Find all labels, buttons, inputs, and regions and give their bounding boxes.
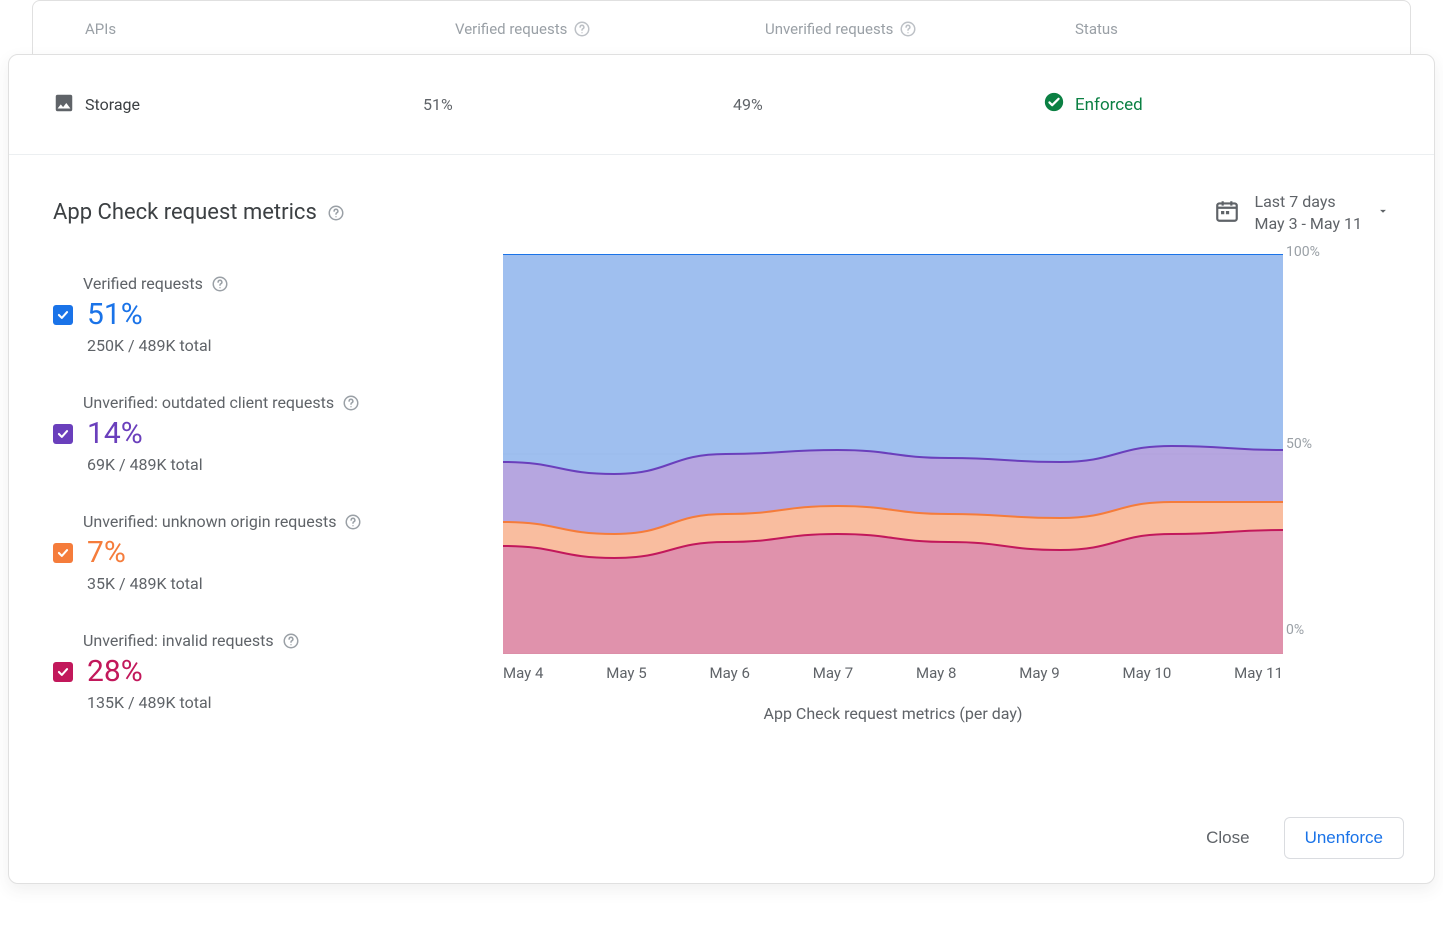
checkbox-unknown[interactable] bbox=[53, 543, 73, 563]
legend-pct: 28% bbox=[87, 654, 143, 689]
checkbox-verified[interactable] bbox=[53, 305, 73, 325]
dropdown-icon bbox=[1376, 203, 1390, 222]
col-status: Status bbox=[1075, 20, 1410, 38]
col-status-label: Status bbox=[1075, 20, 1118, 38]
x-tick: May 6 bbox=[710, 664, 750, 682]
api-name: Storage bbox=[85, 95, 140, 114]
metrics-title-text: App Check request metrics bbox=[53, 200, 317, 225]
unenforce-button[interactable]: Unenforce bbox=[1284, 817, 1404, 859]
api-row-storage[interactable]: Storage 51% 49% Enforced bbox=[9, 55, 1434, 155]
legend-item-outdated: Unverified: outdated client requests 14%… bbox=[53, 393, 473, 474]
verified-pct-cell: 51% bbox=[423, 95, 733, 114]
x-tick: May 5 bbox=[606, 664, 646, 682]
date-range-picker[interactable]: Last 7 days May 3 - May 11 bbox=[1214, 191, 1390, 234]
table-header: APIs Verified requests Unverified reques… bbox=[32, 0, 1411, 58]
x-axis-labels: May 4 May 5 May 6 May 7 May 8 May 9 May 10 May … bbox=[503, 664, 1283, 682]
unverified-pct-cell: 49% bbox=[733, 95, 1043, 114]
legend-label: Verified requests bbox=[83, 274, 203, 293]
x-tick: May 10 bbox=[1123, 664, 1172, 682]
help-icon[interactable] bbox=[573, 20, 591, 38]
date-label: Last 7 days bbox=[1254, 191, 1362, 213]
legend-totals: 35K / 489K total bbox=[87, 574, 473, 593]
help-icon[interactable] bbox=[899, 20, 917, 38]
legend-totals: 135K / 489K total bbox=[87, 693, 473, 712]
chart-caption: App Check request metrics (per day) bbox=[503, 704, 1283, 723]
col-unverified-label: Unverified requests bbox=[765, 20, 893, 38]
legend-totals: 250K / 489K total bbox=[87, 336, 473, 355]
legend-item-unknown: Unverified: unknown origin requests 7% 3… bbox=[53, 512, 473, 593]
y-tick-100: 100% bbox=[1286, 244, 1320, 260]
x-tick: May 9 bbox=[1019, 664, 1059, 682]
help-icon[interactable] bbox=[211, 275, 229, 293]
y-axis-labels: 100% 50% 0% bbox=[1286, 246, 1341, 646]
legend-label: Unverified: unknown origin requests bbox=[83, 512, 336, 531]
api-name-cell: Storage bbox=[53, 92, 423, 118]
status-label: Enforced bbox=[1075, 95, 1143, 115]
col-unverified: Unverified requests bbox=[765, 20, 1075, 38]
legend-label: Unverified: outdated client requests bbox=[83, 393, 334, 412]
help-icon[interactable] bbox=[342, 394, 360, 412]
checkbox-outdated[interactable] bbox=[53, 424, 73, 444]
help-icon[interactable] bbox=[344, 513, 362, 531]
legend-pct: 51% bbox=[87, 297, 143, 332]
legend-pct: 14% bbox=[87, 416, 143, 451]
y-tick-50: 50% bbox=[1286, 436, 1312, 452]
check-circle-icon bbox=[1043, 91, 1065, 118]
legend-totals: 69K / 489K total bbox=[87, 455, 473, 474]
legend-pct: 7% bbox=[87, 535, 126, 570]
y-tick-0: 0% bbox=[1286, 622, 1304, 638]
stacked-area-chart: 100% 50% 0% bbox=[503, 254, 1283, 654]
checkbox-invalid[interactable] bbox=[53, 662, 73, 682]
status-cell: Enforced bbox=[1043, 91, 1434, 118]
col-apis-label: APIs bbox=[85, 20, 116, 38]
x-tick: May 4 bbox=[503, 664, 543, 682]
col-verified: Verified requests bbox=[455, 20, 765, 38]
legend-label: Unverified: invalid requests bbox=[83, 631, 274, 650]
legend-item-invalid: Unverified: invalid requests 28% 135K / … bbox=[53, 631, 473, 712]
legend-item-verified: Verified requests 51% 250K / 489K total bbox=[53, 274, 473, 355]
x-tick: May 7 bbox=[813, 664, 853, 682]
legend: Verified requests 51% 250K / 489K total … bbox=[53, 254, 473, 750]
calendar-icon bbox=[1214, 198, 1240, 228]
x-tick: May 11 bbox=[1234, 664, 1283, 682]
metrics-card: Storage 51% 49% Enforced App Check reque… bbox=[8, 54, 1435, 884]
col-apis: APIs bbox=[85, 20, 455, 38]
col-verified-label: Verified requests bbox=[455, 20, 567, 38]
help-icon[interactable] bbox=[282, 632, 300, 650]
storage-icon bbox=[53, 92, 75, 118]
help-icon[interactable] bbox=[327, 204, 345, 222]
x-tick: May 8 bbox=[916, 664, 956, 682]
date-range: May 3 - May 11 bbox=[1254, 213, 1362, 235]
close-button[interactable]: Close bbox=[1200, 827, 1255, 849]
metrics-title: App Check request metrics bbox=[53, 200, 345, 225]
